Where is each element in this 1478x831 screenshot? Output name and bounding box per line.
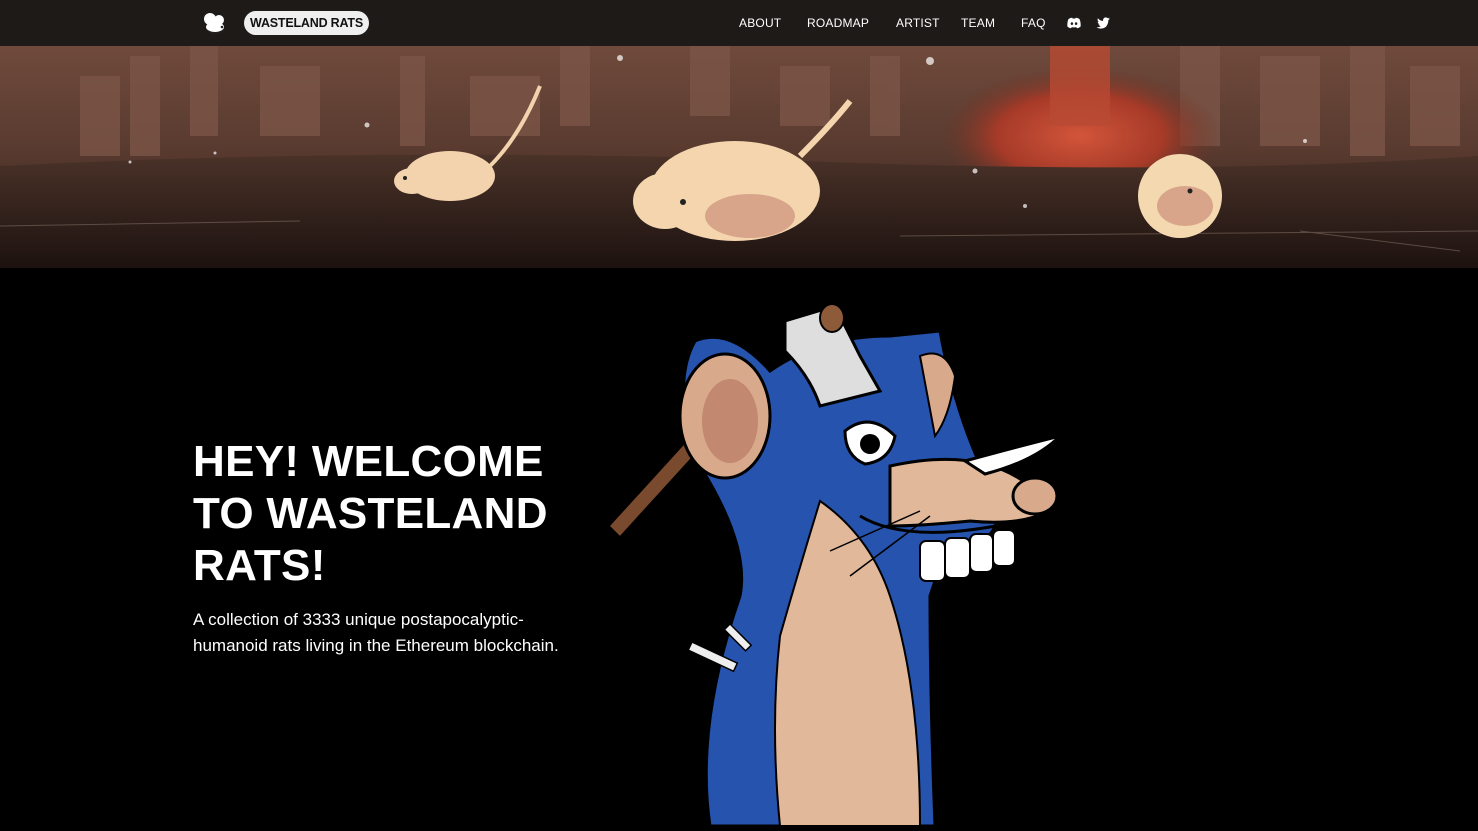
rat-head-icon[interactable]	[202, 11, 228, 35]
nav-artist[interactable]: ARTIST	[896, 15, 940, 31]
discord-icon[interactable]	[1066, 15, 1082, 31]
nav-roadmap[interactable]: ROADMAP	[807, 15, 869, 31]
hero-description: A collection of 3333 unique postapocalyp…	[193, 610, 559, 655]
hero-title: HEY! WELCOME TO WASTELAND RATS!	[193, 437, 548, 590]
brand-button[interactable]: WASTELAND RATS	[244, 11, 369, 35]
wasteland-rats-banner	[0, 46, 1478, 268]
nav-about[interactable]: ABOUT	[739, 15, 781, 31]
top-navbar: WASTELAND RATS ABOUT ROADMAP ARTIST TEAM…	[0, 0, 1478, 46]
nav-team[interactable]: TEAM	[961, 15, 995, 31]
nav-faq[interactable]: FAQ	[1021, 15, 1046, 31]
twitter-icon[interactable]	[1095, 15, 1111, 31]
blue-rat-with-axe	[590, 296, 1080, 828]
